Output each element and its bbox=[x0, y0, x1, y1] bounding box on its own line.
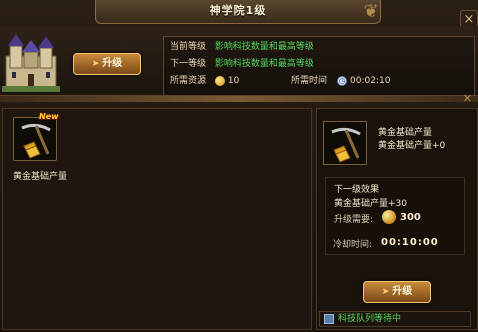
current-level-value: 影响科技数量和最高等级 bbox=[214, 42, 314, 52]
tech-upgrade-label: 升级 bbox=[392, 286, 413, 297]
resource-label: 所需资源 bbox=[170, 76, 207, 86]
next-effect-value: 黄金基础产量+30 bbox=[334, 199, 407, 209]
tech-item-icon-frame bbox=[13, 117, 57, 161]
new-badge: New bbox=[39, 112, 59, 121]
game-window: ❦ 神学院1级 ❦ × ➤升级 当前等级 影响科技数量和最高等级 bbox=[0, 0, 478, 332]
tech-item[interactable]: New 黄金基础产量 bbox=[13, 112, 67, 183]
coin-icon bbox=[382, 210, 396, 224]
building-section: ➤ 升级 当前等级 影响科技数量和最高等级 下一等级 影响科技数量和最高等级 所需… bbox=[0, 26, 478, 96]
detail-icon-frame bbox=[323, 121, 367, 165]
time-label: 所需时间 bbox=[291, 76, 328, 86]
clock-icon: ◷ bbox=[337, 75, 347, 86]
next-level-label: 下一等级 bbox=[170, 59, 207, 69]
queue-status-bar: 科技队列等待中 bbox=[319, 311, 471, 327]
queue-icon bbox=[324, 314, 334, 324]
pickaxe-gold-icon bbox=[331, 127, 361, 163]
next-effect-title: 下一级效果 bbox=[334, 185, 380, 195]
current-level-row: 当前等级 影响科技数量和最高等级 bbox=[170, 41, 314, 53]
next-level-row: 下一等级 影响科技数量和最高等级 bbox=[170, 58, 314, 70]
divider-ornament-icon: ✕ bbox=[462, 92, 472, 105]
resource-row: 所需资源 10 bbox=[170, 75, 239, 87]
building-info-panel: 当前等级 影响科技数量和最高等级 下一等级 影响科技数量和最高等级 所需资源 1… bbox=[163, 36, 475, 96]
window-title: 神学院1级 bbox=[209, 4, 267, 17]
cost-label: 升级需要: bbox=[334, 215, 374, 225]
tech-list-panel: New 黄金基础产量 bbox=[2, 108, 312, 330]
time-row: ◷ 00:02:10 bbox=[337, 75, 390, 87]
tech-detail-panel: 黄金基础产量 黄金基础产量+0 下一级效果 黄金基础产量+30 升级需要: 30… bbox=[316, 108, 478, 330]
building-upgrade-label: 升级 bbox=[102, 58, 123, 69]
arrow-icon: ➤ bbox=[91, 59, 100, 69]
cost-value: 300 bbox=[400, 212, 421, 223]
arrow-icon: ➤ bbox=[381, 287, 390, 297]
resource-value: 10 bbox=[227, 76, 240, 86]
coin-icon bbox=[214, 75, 225, 86]
castle-icon bbox=[2, 34, 60, 92]
time-value: 00:02:10 bbox=[350, 76, 391, 86]
pickaxe-gold-icon bbox=[21, 123, 51, 159]
detail-current-effect: 黄金基础产量+0 bbox=[378, 141, 446, 151]
building-upgrade-button[interactable]: ➤ 升级 bbox=[73, 53, 141, 75]
detail-name: 黄金基础产量 bbox=[378, 128, 433, 138]
title-bar: 神学院1级 bbox=[95, 0, 381, 24]
cooldown-label: 冷却时间: bbox=[333, 240, 373, 250]
queue-status-text: 科技队列等待中 bbox=[338, 314, 402, 324]
current-level-label: 当前等级 bbox=[170, 42, 207, 52]
cooldown-value: 00:10:00 bbox=[381, 237, 439, 248]
tech-item-name: 黄金基础产量 bbox=[13, 172, 68, 182]
section-divider bbox=[0, 96, 478, 102]
next-level-value: 影响科技数量和最高等级 bbox=[214, 59, 314, 69]
tech-upgrade-button[interactable]: ➤ 升级 bbox=[363, 281, 431, 303]
title-ornament-right: ❦ bbox=[363, 1, 379, 22]
